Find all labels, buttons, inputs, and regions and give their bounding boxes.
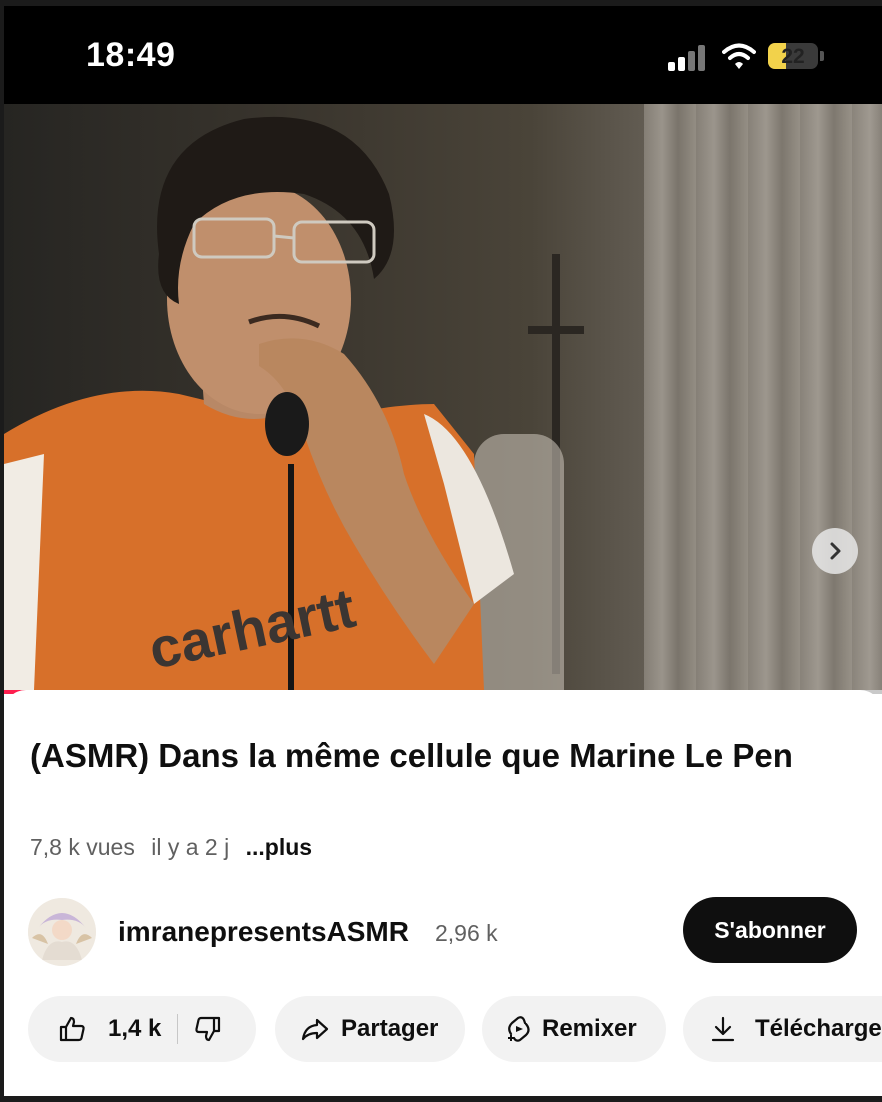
video-frame-person: carhartt — [4, 116, 514, 690]
upload-age: il y a 2 j — [151, 834, 230, 860]
phone-screen: 18:49 22 carhartt (ASMR) Dans la même ce… — [4, 6, 882, 1096]
subscriber-count: 2,96 k — [435, 920, 498, 946]
download-label: Télécharger — [755, 1015, 882, 1042]
cellular-signal-icon — [668, 43, 708, 71]
download-button[interactable]: Télécharger — [683, 996, 882, 1062]
battery-level: 22 — [781, 45, 805, 68]
video-meta[interactable]: 7,8 k vues il y a 2 j ...plus — [30, 834, 322, 861]
remix-icon — [508, 1016, 530, 1042]
like-dislike-pill: 1,4 k — [28, 996, 256, 1062]
remix-label: Remixer — [542, 1015, 637, 1042]
thumbs-down-icon — [195, 1016, 221, 1042]
chevron-right-icon — [830, 542, 841, 560]
video-title[interactable]: (ASMR) Dans la même cellule que Marine L… — [30, 734, 850, 778]
subscribe-button[interactable]: S'abonner — [683, 897, 857, 963]
action-bar: 1,4 k Partager Remixer Télécharger — [28, 996, 882, 1062]
remix-button[interactable]: Remixer — [482, 996, 666, 1062]
view-count: 7,8 k vues — [30, 834, 135, 860]
channel-avatar[interactable] — [28, 898, 96, 966]
like-count: 1,4 k — [108, 1015, 162, 1042]
channel-name[interactable]: imranepresentsASMR — [118, 916, 409, 948]
more-link[interactable]: ...plus — [246, 834, 312, 860]
like-button[interactable]: 1,4 k — [58, 996, 161, 1062]
like-divider — [177, 1014, 179, 1044]
video-player[interactable]: carhartt — [4, 104, 882, 690]
clock: 18:49 — [86, 36, 176, 74]
battery-icon: 22 — [768, 43, 818, 69]
share-button[interactable]: Partager — [275, 996, 465, 1062]
battery-cap — [820, 51, 824, 61]
video-details-sheet: (ASMR) Dans la même cellule que Marine L… — [4, 690, 882, 1096]
status-bar: 18:49 22 — [4, 6, 882, 104]
share-label: Partager — [341, 1015, 439, 1042]
avatar-image — [28, 898, 96, 966]
dislike-button[interactable] — [194, 996, 222, 1062]
thumbs-up-icon — [59, 1016, 85, 1042]
wifi-icon — [722, 43, 756, 69]
download-icon — [711, 1016, 735, 1042]
next-video-button[interactable] — [812, 528, 858, 574]
background-curtain — [644, 104, 882, 690]
share-arrow-icon — [301, 1018, 329, 1041]
